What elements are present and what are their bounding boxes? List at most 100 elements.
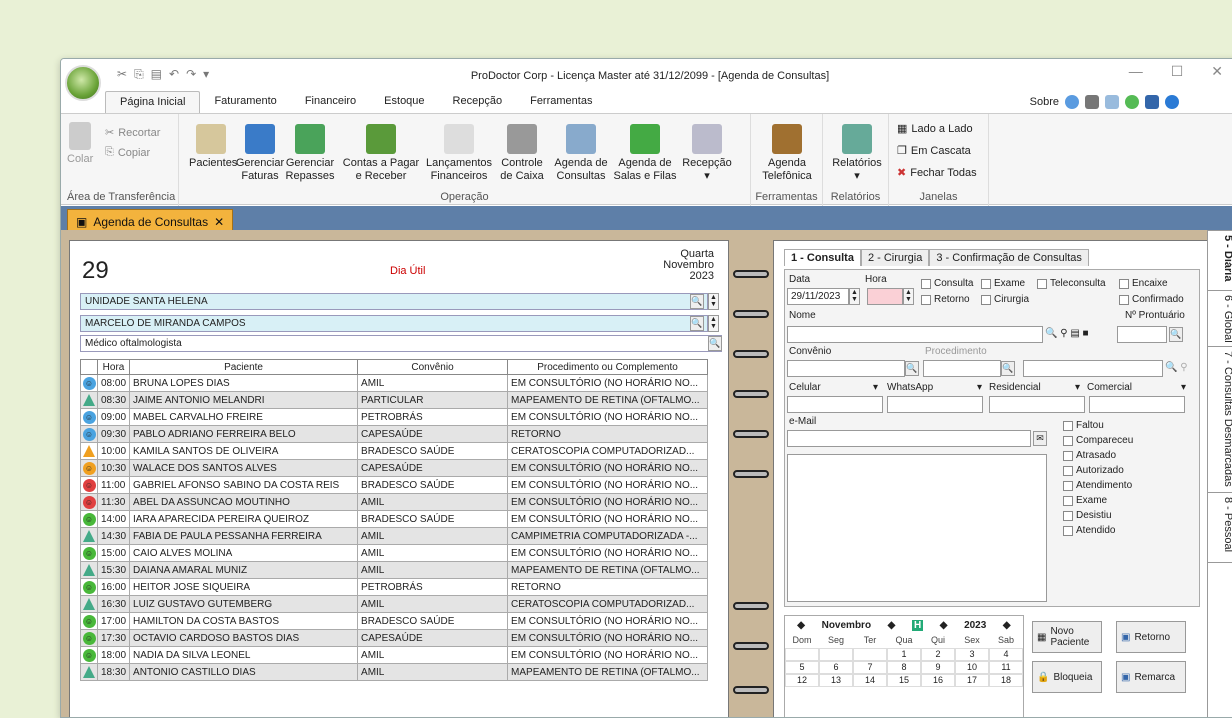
check-retorno[interactable]: Retorno	[921, 294, 970, 305]
tab-pagina-inicial[interactable]: Página Inicial	[105, 91, 201, 113]
calendar-day[interactable]: 16	[921, 674, 955, 687]
calendar-day[interactable]: 6	[819, 661, 853, 674]
minimize-icon[interactable]: —	[1129, 63, 1143, 80]
remarca-button[interactable]: ▣ Remarca	[1116, 661, 1186, 693]
search-icon[interactable]: 🔍	[1001, 361, 1015, 376]
calendar-day[interactable]: 5	[785, 661, 819, 674]
nome-search-icons[interactable]: 🔍 ⚲ ▤ ■	[1045, 328, 1089, 339]
procedimento-search-icons[interactable]: 🔍 ⚲	[1165, 362, 1188, 373]
tab-cirurgia[interactable]: 2 - Cirurgia	[860, 249, 930, 266]
prontuario-field[interactable]	[1117, 326, 1167, 343]
tab-global[interactable]: 6 - Global	[1208, 291, 1232, 347]
table-row[interactable]: ☺ 14:00 IARA APARECIDA PEREIRA QUEIROZ BRAD…	[80, 510, 708, 528]
novo-paciente-button[interactable]: ▦ Novo Paciente	[1032, 621, 1102, 653]
column-header-procedimento[interactable]: Procedimento ou Complemento	[507, 359, 708, 375]
copy-button[interactable]: ⎘ Copiar	[105, 146, 150, 159]
table-row[interactable]: ☺ 16:00 HEITOR JOSE SIQUEIRA PETROBRÁS RETOR…	[80, 578, 708, 596]
tab-estoque[interactable]: Estoque	[370, 91, 438, 113]
hora-field[interactable]	[867, 288, 903, 305]
nome-field[interactable]	[787, 326, 1043, 343]
calendar-day[interactable]: 14	[853, 674, 887, 687]
prev-year-icon[interactable]: ◆	[940, 620, 948, 631]
check-faltou[interactable]: Faltou	[1063, 420, 1104, 431]
table-row[interactable]: ☺ 17:30 OCTAVIO CARDOSO BASTOS DIAS CAPESAÚ…	[80, 629, 708, 647]
search-icon[interactable]: 🔍	[690, 316, 704, 331]
table-row[interactable]: ☺ 11:00 GABRIEL AFONSO SABINO DA COSTA REI…	[80, 476, 708, 494]
calendar-day[interactable]: 1	[887, 648, 921, 661]
check-cirurgia[interactable]: Cirurgia	[981, 294, 1029, 305]
celular-dropdown-icon[interactable]: ▾	[873, 382, 878, 393]
next-month-icon[interactable]: ◆	[888, 620, 896, 631]
table-row[interactable]: ☺ 11:30 ABEL DA ASSUNCAO MOUTINHO AMIL EM CO…	[80, 493, 708, 511]
check-autorizado[interactable]: Autorizado	[1063, 465, 1124, 476]
check-teleconsulta[interactable]: Teleconsulta	[1037, 278, 1106, 289]
contas-button[interactable]: Contas a Pagar e Receber	[341, 124, 421, 183]
check-consulta[interactable]: Consulta	[921, 278, 973, 289]
comercial-dropdown-icon[interactable]: ▾	[1181, 382, 1186, 393]
chrome-icon[interactable]	[1125, 95, 1139, 109]
calendar-day[interactable]: 18	[989, 674, 1023, 687]
calendar-day[interactable]: 4	[989, 648, 1023, 661]
table-row[interactable]: ☺ 15:00 CAIO ALVES MOLINA AMIL EM CONSULTÓRI…	[80, 544, 708, 562]
unidade-spinner[interactable]: ▲ ▼	[708, 293, 719, 310]
prev-month-icon[interactable]: ◆	[797, 620, 805, 631]
tab-consulta[interactable]: 1 - Consulta	[784, 249, 861, 266]
residencial-dropdown-icon[interactable]: ▾	[1075, 382, 1080, 393]
table-row[interactable]: 18:30 ANTONIO CASTILLO DIAS AMIL MAPEAMENTO…	[80, 663, 708, 681]
calculator-icon[interactable]	[1085, 95, 1099, 109]
today-icon[interactable]: H	[911, 620, 924, 631]
retorno-button[interactable]: ▣ Retorno	[1116, 621, 1186, 653]
table-row[interactable]: ☺ 10:30 WALACE DOS SANTOS ALVES CAPESAÚDE EM…	[80, 459, 708, 477]
calendar-day[interactable]: 2	[921, 648, 955, 661]
medico-spinner[interactable]: ▲ ▼	[708, 315, 719, 332]
tab-consultas-desmarcadas[interactable]: 7 - Consultas Desmarcadas	[1208, 347, 1232, 493]
mail-icon[interactable]	[1105, 95, 1119, 109]
table-row[interactable]: 15:30 DAIANA AMARAL MUNIZ AMIL MAPEAMENTO D…	[80, 561, 708, 579]
calendar-day[interactable]: 12	[785, 674, 819, 687]
calendar-day[interactable]: 15	[887, 674, 921, 687]
table-row[interactable]: 10:00 KAMILA SANTOS DE OLIVEIRA BRADESCO S…	[80, 442, 708, 460]
table-row[interactable]: 08:30 JAIME ANTONIO MELANDRI PARTICULAR MAP…	[80, 391, 708, 409]
whatsapp-field[interactable]	[887, 396, 983, 413]
tab-diaria[interactable]: 5 - Diária	[1208, 231, 1232, 291]
comercial-field[interactable]	[1089, 396, 1185, 413]
unidade-select[interactable]: UNIDADE SANTA HELENA	[80, 293, 708, 310]
check-atrasado[interactable]: Atrasado	[1063, 450, 1116, 461]
sobre-label[interactable]: Sobre	[1030, 96, 1059, 108]
cut-button[interactable]: ✂ Recortar	[105, 126, 160, 140]
help-icon[interactable]	[1165, 95, 1179, 109]
table-row[interactable]: 16:30 LUIZ GUSTAVO GUTEMBERG AMIL CERATOSCO…	[80, 595, 708, 613]
residencial-field[interactable]	[989, 396, 1085, 413]
column-header-convenio[interactable]: Convênio	[357, 359, 509, 375]
table-row[interactable]: ☺ 17:00 HAMILTON DA COSTA BASTOS BRADESCO S…	[80, 612, 708, 630]
column-header-hora[interactable]: Hora	[96, 359, 131, 375]
procedimento-field[interactable]	[1023, 360, 1163, 377]
controle-caixa-button[interactable]: Controle de Caixa	[495, 124, 549, 183]
check-exame[interactable]: Exame	[981, 278, 1025, 289]
maximize-icon[interactable]: ☐	[1171, 63, 1184, 80]
calendar-day[interactable]: 13	[819, 674, 853, 687]
table-row[interactable]: ☺ 09:00 MABEL CARVALHO FREIRE PETROBRÁS EM C…	[80, 408, 708, 426]
gerenciar-faturas-button[interactable]: Gerenciar Faturas	[235, 124, 285, 183]
email-field[interactable]	[787, 430, 1031, 447]
celular-field[interactable]	[787, 396, 883, 413]
calendar-day[interactable]: 11	[989, 661, 1023, 674]
check-atendimento[interactable]: Atendimento	[1063, 480, 1132, 491]
agenda-consultas-button[interactable]: Agenda de Consultas	[551, 124, 611, 183]
table-row[interactable]: ☺ 08:00 BRUNA LOPES DIAS AMIL EM CONSULTÓRIO…	[80, 374, 708, 392]
next-year-icon[interactable]: ◆	[1003, 620, 1011, 631]
procedimento-code-field[interactable]	[923, 360, 1001, 377]
close-icon[interactable]: ✕	[1211, 63, 1223, 80]
close-tab-icon[interactable]: ✕	[214, 215, 224, 229]
agenda-telefonica-button[interactable]: Agenda Telefônica	[757, 124, 817, 183]
table-row[interactable]: ☺ 09:30 PABLO ADRIANO FERREIRA BELO CAPESAÚ…	[80, 425, 708, 443]
globe-icon[interactable]	[1065, 95, 1079, 109]
data-spinner[interactable]: ▲ ▼	[849, 288, 860, 305]
paste-button[interactable]: Colar	[67, 122, 93, 166]
table-row[interactable]: ☺ 18:00 NADIA DA SILVA LEONEL AMIL EM CONSUL…	[80, 646, 708, 664]
search-icon[interactable]: 🔍	[708, 336, 722, 351]
lancamentos-button[interactable]: Lançamentos Financeiros	[423, 124, 495, 183]
gerenciar-repasses-button[interactable]: Gerenciar Repasses	[285, 124, 335, 183]
remote-icon[interactable]	[1145, 95, 1159, 109]
lado-a-lado-button[interactable]: ▦ Lado a Lado	[897, 122, 973, 136]
